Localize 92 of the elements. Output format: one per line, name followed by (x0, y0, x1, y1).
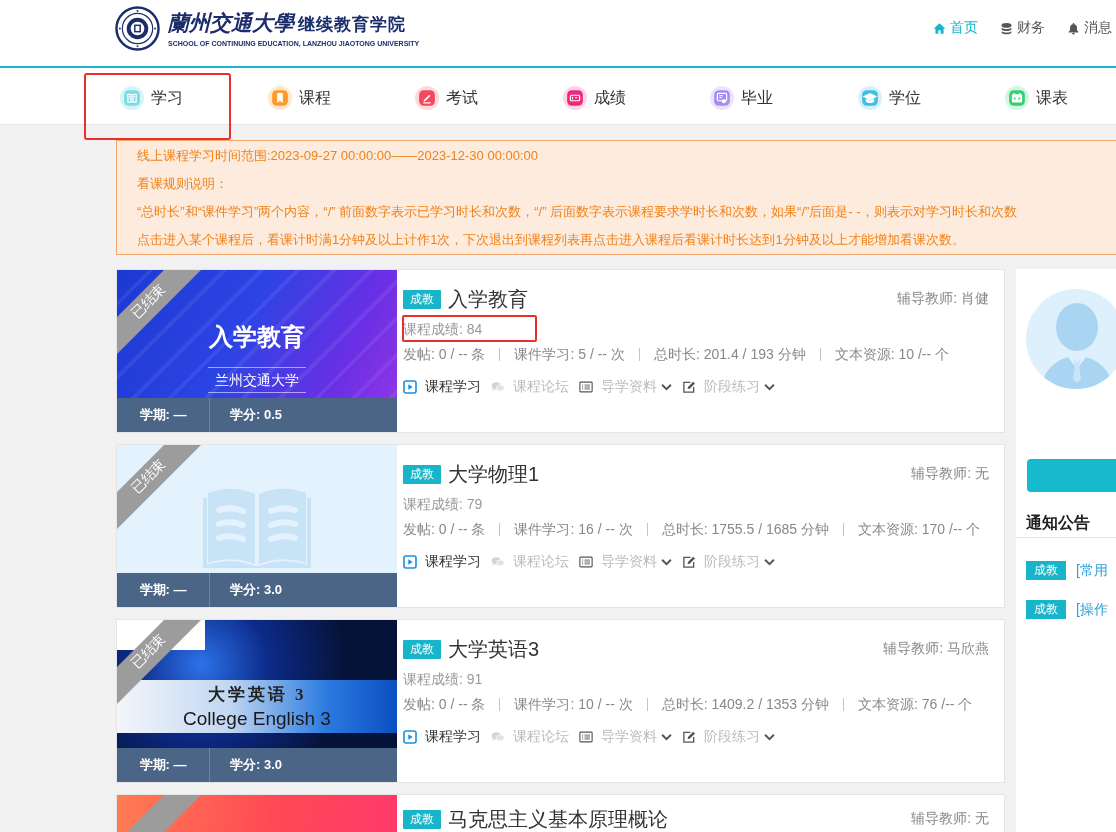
course-stat: 发帖: 0 / -- 条 (403, 521, 486, 537)
credit-label: 学分: 0.5 (229, 406, 282, 424)
play-icon (403, 730, 417, 744)
nav-tab[interactable]: 毕业 (710, 86, 773, 110)
course-action-link[interactable]: 课程学习 (403, 378, 481, 396)
bell-icon (1067, 21, 1080, 35)
calendar-icon (1005, 86, 1029, 110)
graduation-cap-icon (857, 86, 882, 110)
course-action-link[interactable]: 课程学习 (403, 553, 481, 571)
course-stat: 课件学习: 10 / -- 次 (514, 696, 633, 712)
course-stat: 文本资源: 170 /-- 个 (858, 521, 981, 537)
course-title: 大学英语3 (448, 638, 540, 660)
course-stat: 总时长: 1409.2 / 1353 分钟 (661, 696, 829, 712)
logo-name: 蘭州交通大學 (168, 10, 294, 37)
header-link[interactable]: 消息 (1067, 19, 1112, 37)
caret-icon (661, 382, 672, 392)
notice-text: “总时长”和“课件学习”两个内容，“/” 前面数字表示已学习时长和次数，“/” 后面数字表示课程要求学时长和次数，如果“/”后面是- -，则表示对学习时长和次数 (137, 203, 1017, 221)
course-score: 课程成绩: 91 (403, 671, 483, 687)
database-icon (1000, 21, 1013, 35)
cover-subtitle: College English 3 (183, 707, 331, 731)
header-link[interactable]: 财务 (1000, 19, 1045, 37)
nav-tab[interactable]: 成绩 (562, 86, 626, 110)
category-badge: 成教 (1026, 600, 1066, 619)
course-title: 大学物理1 (448, 463, 540, 485)
term-label: 学期: — (117, 398, 210, 432)
credit-label: 学分: 3.0 (229, 756, 282, 774)
nav-tab[interactable]: 课程 (267, 86, 331, 110)
nav-tab[interactable]: 课表 (1005, 86, 1068, 110)
cover-title: 大学英语 3 (207, 684, 307, 706)
avatar-icon (1026, 289, 1116, 389)
course-stat: 课件学习: 5 / -- 次 (514, 346, 625, 362)
tutor-label: 辅导教师: 马欣燕 (883, 640, 989, 658)
list-icon (579, 730, 593, 744)
course-action-link[interactable]: 课程学习 (403, 728, 481, 746)
cover-title: 入学教育 (209, 322, 305, 352)
certificate-icon (710, 86, 734, 110)
section-title: 通知公告 (1026, 513, 1091, 533)
category-badge: 成教 (403, 809, 441, 829)
list-icon (579, 555, 593, 569)
chat-icon (491, 730, 505, 744)
caret-icon (764, 382, 775, 392)
chat-icon (491, 555, 505, 569)
tutor-label: 辅导教师: 肖健 (897, 290, 989, 308)
nav-tab[interactable]: 学位 (857, 86, 921, 110)
category-badge: 成教 (403, 289, 441, 309)
sidebar-button[interactable] (1027, 459, 1116, 492)
caret-icon (661, 732, 672, 742)
status-label: 已结束 (127, 280, 169, 322)
book-icon (120, 86, 144, 110)
pencil-icon (415, 86, 439, 110)
course-title: 入学教育 (448, 288, 528, 310)
emblem-icon (115, 5, 160, 51)
caret-icon (661, 557, 672, 567)
grade-icon (562, 86, 587, 110)
notice-text: 线上课程学习时间范围:2023-09-27 00:00:00——2023-12-30 00:00:00 (137, 147, 539, 165)
course-stat: 发帖: 0 / -- 条 (403, 346, 486, 362)
caret-icon (764, 557, 775, 567)
list-icon (579, 380, 593, 394)
category-badge: 成教 (403, 464, 441, 484)
tutor-label: 辅导教师: 无 (911, 465, 989, 483)
course-title: 马克思主义基本原理概论 (448, 808, 668, 830)
status-label: 已结束 (127, 455, 169, 497)
chat-icon (491, 380, 505, 394)
bookmark-icon (267, 86, 292, 110)
notice-text: 点击进入某个课程后，看课计时满1分钟及以上计作1次，下次退出到课程列表再点击进入课程后看课计时长达到1分钟及以上才能增加看课次数。 (137, 231, 965, 249)
tutor-label: 辅导教师: 无 (911, 810, 989, 828)
logo-school: 继续教育学院 (298, 14, 406, 36)
status-label: 已结束 (127, 630, 169, 672)
notice-text: 看课规则说明： (137, 175, 228, 193)
course-stat: 总时长: 201.4 / 193 分钟 (653, 346, 806, 362)
nav-tab[interactable]: 学习 (120, 86, 183, 110)
category-badge: 成教 (1026, 561, 1066, 580)
course-stat: 发帖: 0 / -- 条 (403, 696, 486, 712)
nav-tab[interactable]: 考试 (415, 86, 478, 110)
edit-icon (682, 380, 696, 394)
course-score: 课程成绩: 79 (403, 496, 483, 512)
edit-icon (682, 555, 696, 569)
caret-icon (764, 732, 775, 742)
cover-subtitle: 兰州交通大学 (208, 367, 306, 393)
course-score: 课程成绩: 84 (403, 321, 483, 337)
play-icon (403, 555, 417, 569)
home-icon (933, 21, 946, 35)
course-stat: 文本资源: 10 /-- 个 (834, 346, 949, 362)
course-stat: 总时长: 1755.5 / 1685 分钟 (661, 521, 829, 537)
course-stat: 课件学习: 16 / -- 次 (514, 521, 633, 537)
edit-icon (682, 730, 696, 744)
course-stat: 文本资源: 76 /-- 个 (858, 696, 973, 712)
play-icon (403, 380, 417, 394)
category-badge: 成教 (403, 639, 441, 659)
credit-label: 学分: 3.0 (229, 581, 282, 599)
term-label: 学期: — (117, 573, 210, 607)
term-label: 学期: — (117, 748, 210, 782)
